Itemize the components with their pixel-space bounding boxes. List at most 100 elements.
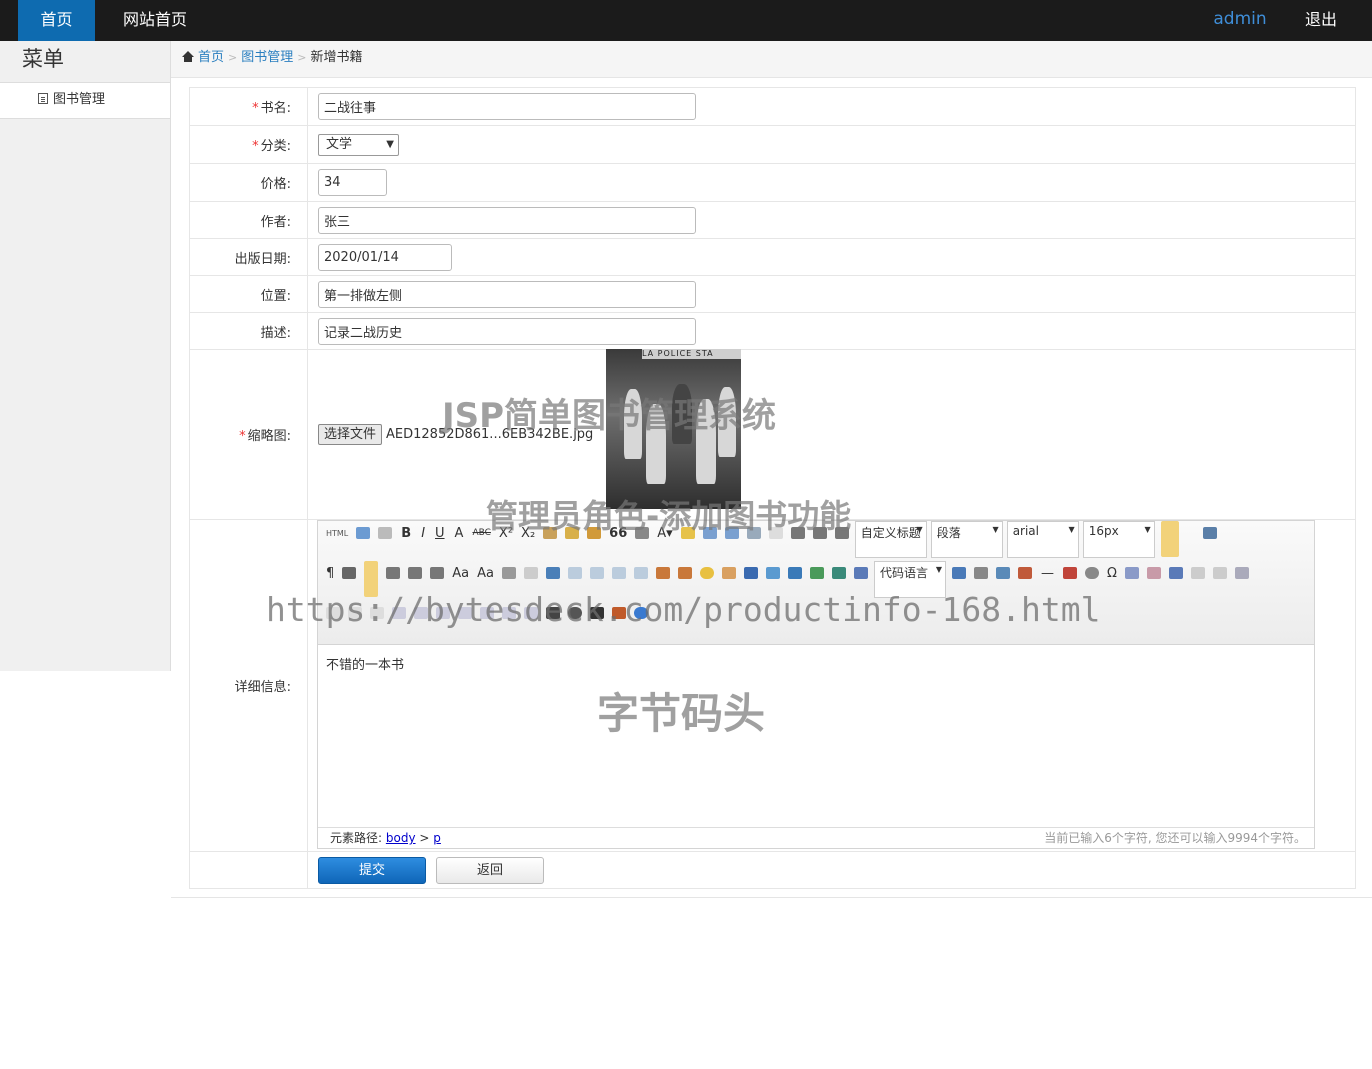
horizontal-rule-icon[interactable]: — (1041, 566, 1054, 581)
breadcrumb-section[interactable]: 图书管理 (241, 50, 293, 65)
select-all-icon[interactable] (746, 527, 761, 539)
simple-upload-icon[interactable] (656, 567, 670, 579)
nav-site-link[interactable]: 网站首页 (110, 0, 200, 41)
delete-col-icon[interactable] (370, 607, 384, 619)
choose-file-button[interactable]: 选择文件 (318, 424, 383, 445)
wordimage-icon[interactable] (1018, 567, 1032, 579)
justify-full-icon[interactable] (430, 567, 445, 579)
row-spacing-top-icon[interactable] (790, 527, 805, 539)
code-language-select[interactable]: 代码语言 ▼ (874, 561, 946, 598)
insert-frame-icon[interactable] (854, 567, 868, 579)
justify-left-icon[interactable] (364, 561, 379, 597)
nav-home-link[interactable]: 首页 (18, 0, 95, 41)
split-cols-icon[interactable] (502, 607, 516, 619)
attachment-icon[interactable] (788, 567, 802, 579)
image-center-icon[interactable] (634, 567, 648, 579)
user-link[interactable]: admin (1203, 0, 1277, 41)
split-cells-icon[interactable] (458, 607, 472, 619)
direction-ltr-icon[interactable] (1160, 521, 1179, 557)
anchor-icon[interactable] (546, 567, 560, 579)
undo-icon[interactable] (356, 527, 371, 539)
table-props-icon[interactable] (524, 607, 538, 619)
unordered-list-icon[interactable] (724, 527, 739, 539)
paragraph-mark-icon[interactable]: ¶ (326, 566, 334, 581)
custom-title-select[interactable]: 自定义标题 ▼ (854, 521, 927, 558)
editor-paragraph[interactable]: 不错的一本书 (326, 654, 1306, 673)
preview-icon[interactable] (1202, 527, 1217, 539)
delete-row-icon[interactable] (326, 607, 340, 619)
rich-text-editor[interactable]: HTML B I U A ABC X² X₂ 66 A▾ 自定义标题 ▼ 段落 … (317, 520, 1315, 849)
special-chars-icon[interactable]: Ω (1107, 566, 1117, 581)
merge-down-icon[interactable] (436, 607, 450, 619)
paragraph-select[interactable]: 段落 ▼ (930, 521, 1003, 558)
element-path-p[interactable]: p (433, 831, 441, 845)
justify-right-icon[interactable] (408, 567, 423, 579)
sidebar-item-book-management[interactable]: 图书管理 (0, 83, 170, 119)
book-name-input[interactable] (318, 93, 696, 120)
merge-right-icon[interactable] (414, 607, 428, 619)
date-icon[interactable] (1063, 567, 1077, 579)
pagebreak-icon[interactable] (974, 567, 988, 579)
split-rows-icon[interactable] (480, 607, 494, 619)
font-color-icon[interactable]: A▾ (657, 526, 672, 541)
clear-doc-icon[interactable] (768, 527, 783, 539)
html-source-icon[interactable]: HTML (326, 529, 348, 538)
submit-button[interactable]: 提交 (318, 856, 426, 884)
image-left-icon[interactable] (590, 567, 604, 579)
paste-plain-icon[interactable] (635, 527, 650, 539)
scrawl-icon[interactable] (722, 567, 736, 579)
template-icon[interactable] (952, 567, 966, 579)
ordered-list-icon[interactable] (702, 527, 717, 539)
insert-col-icon[interactable] (348, 607, 362, 619)
insert-row-icon[interactable] (1234, 567, 1249, 579)
font-size-select[interactable]: 16px ▼ (1082, 521, 1155, 558)
search-icon[interactable] (568, 607, 582, 619)
lowercase-icon[interactable]: Aa (477, 566, 494, 581)
row-spacing-bottom-icon[interactable] (812, 527, 827, 539)
insert-video-icon[interactable] (744, 567, 758, 579)
image-none-icon[interactable] (568, 567, 582, 579)
highlight-icon[interactable] (680, 527, 695, 539)
drafts-icon[interactable] (590, 607, 604, 619)
strikethrough-icon[interactable]: ABC (472, 528, 490, 538)
print-icon[interactable] (546, 607, 560, 619)
emotion-icon[interactable] (700, 567, 714, 579)
snapscreen-icon[interactable] (1124, 567, 1139, 579)
superscript-icon[interactable]: X² (499, 526, 513, 541)
blockquote-icon[interactable]: 66 (609, 526, 627, 541)
info-icon[interactable] (634, 607, 648, 619)
map-icon[interactable] (810, 567, 824, 579)
price-input[interactable] (318, 169, 387, 196)
link-icon[interactable] (502, 567, 516, 579)
pub-date-input[interactable] (318, 243, 452, 271)
format-painter-icon[interactable] (565, 527, 580, 539)
indent-icon[interactable] (342, 567, 357, 579)
element-path-body[interactable]: body (386, 831, 416, 845)
spechars-icon[interactable] (1146, 567, 1161, 579)
italic-icon[interactable]: I (421, 526, 425, 541)
logout-link[interactable]: 退出 (1290, 0, 1352, 41)
author-input[interactable] (318, 206, 696, 234)
insert-table-icon[interactable] (1168, 567, 1183, 579)
back-button[interactable]: 返回 (436, 856, 544, 884)
gmap-icon[interactable] (832, 567, 846, 579)
desc-input[interactable] (318, 317, 696, 345)
bold-icon[interactable]: B (401, 526, 411, 541)
eraser-icon[interactable] (543, 527, 558, 539)
breadcrumb-home[interactable]: 首页 (198, 50, 224, 65)
font-border-icon[interactable]: A (455, 526, 464, 541)
delete-table-icon[interactable] (1190, 567, 1205, 579)
redo-icon[interactable] (378, 527, 393, 539)
background-icon[interactable] (996, 567, 1010, 579)
underline-icon[interactable]: U (435, 526, 445, 541)
unlink-icon[interactable] (524, 567, 538, 579)
location-input[interactable] (318, 280, 696, 308)
uppercase-icon[interactable]: Aa (452, 566, 469, 581)
help-icon[interactable] (612, 607, 626, 619)
editor-content[interactable]: 不错的一本书 (318, 645, 1314, 827)
merge-cells-icon[interactable] (392, 607, 406, 619)
image-right-icon[interactable] (612, 567, 626, 579)
time-icon[interactable] (1085, 567, 1099, 579)
insert-image-icon[interactable] (678, 567, 692, 579)
font-family-select[interactable]: arial ▼ (1006, 521, 1079, 558)
